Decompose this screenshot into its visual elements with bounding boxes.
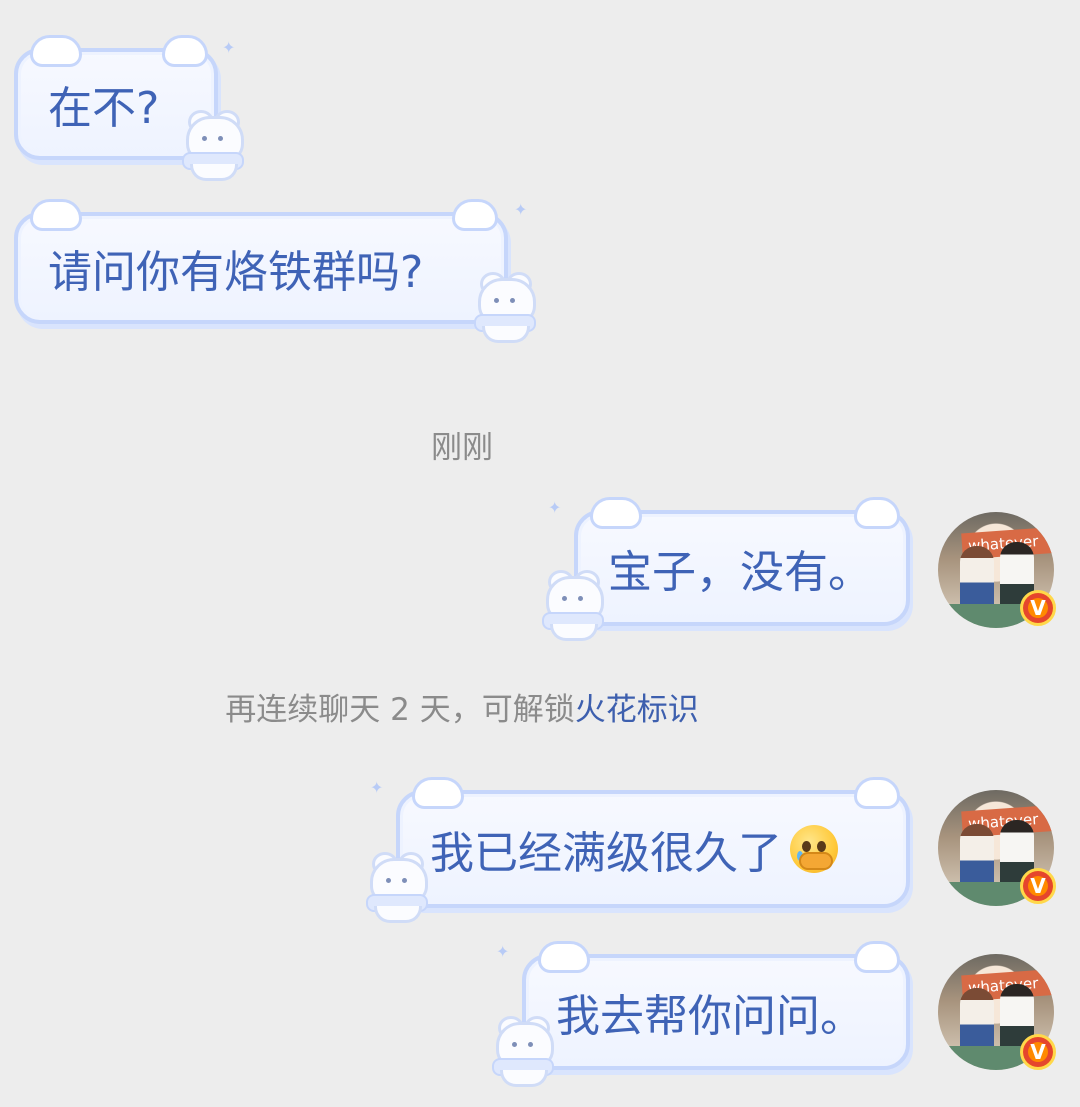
cloud-mascot-icon xyxy=(488,1016,556,1087)
sparkle-icon: ✦ xyxy=(496,942,510,961)
sparkle-icon: ✦ xyxy=(514,200,528,219)
cloud-decoration xyxy=(412,777,464,809)
cloud-decoration xyxy=(854,777,900,809)
message-bubble-incoming[interactable]: 请问你有烙铁群吗? xyxy=(14,199,508,324)
cloud-decoration xyxy=(854,497,900,529)
cloud-decoration xyxy=(30,199,82,231)
message-bubble-outgoing[interactable]: 我已经满级很久了 xyxy=(396,777,910,908)
message-text: 我已经满级很久了 xyxy=(430,828,782,879)
cloud-decoration xyxy=(538,941,590,973)
sparkle-icon: ✦ xyxy=(222,38,236,57)
cloud-mascot-icon xyxy=(178,110,246,181)
cloud-decoration xyxy=(590,497,642,529)
message-text: 请问你有烙铁群吗? xyxy=(48,247,424,298)
cloud-mascot-icon xyxy=(362,852,430,923)
spark-badge-link[interactable]: 火花标识 xyxy=(575,692,699,728)
cloud-mascot-icon xyxy=(470,272,538,343)
timestamp: 刚刚 xyxy=(431,430,493,466)
verified-badge-icon: V xyxy=(1020,868,1056,904)
crying-emoji-icon xyxy=(790,825,838,873)
message-bubble-outgoing[interactable]: 宝子，没有。 xyxy=(574,497,910,626)
sparkle-icon: ✦ xyxy=(370,778,384,797)
cloud-mascot-icon xyxy=(538,570,606,641)
verified-badge-icon: V xyxy=(1020,590,1056,626)
verified-badge-icon: V xyxy=(1020,1034,1056,1070)
message-text: 宝子，没有。 xyxy=(608,547,872,598)
cloud-decoration xyxy=(162,35,208,67)
sparkle-icon: ✦ xyxy=(548,498,562,517)
chat-area: 在不? ✦ 请问你有烙铁群吗? ✦ 刚刚 宝子，没有。 ✦ whatever V… xyxy=(0,0,1080,1107)
cloud-decoration xyxy=(452,199,498,231)
spark-notice: 再连续聊天 2 天，可解锁火花标识 xyxy=(0,684,924,729)
cloud-decoration xyxy=(30,35,82,67)
cloud-decoration xyxy=(854,941,900,973)
spark-notice-text: 再连续聊天 2 天，可解锁 xyxy=(225,692,575,728)
message-text: 我去帮你问问。 xyxy=(556,991,864,1042)
message-bubble-outgoing[interactable]: 我去帮你问问。 xyxy=(522,941,910,1070)
message-text: 在不? xyxy=(48,83,160,134)
